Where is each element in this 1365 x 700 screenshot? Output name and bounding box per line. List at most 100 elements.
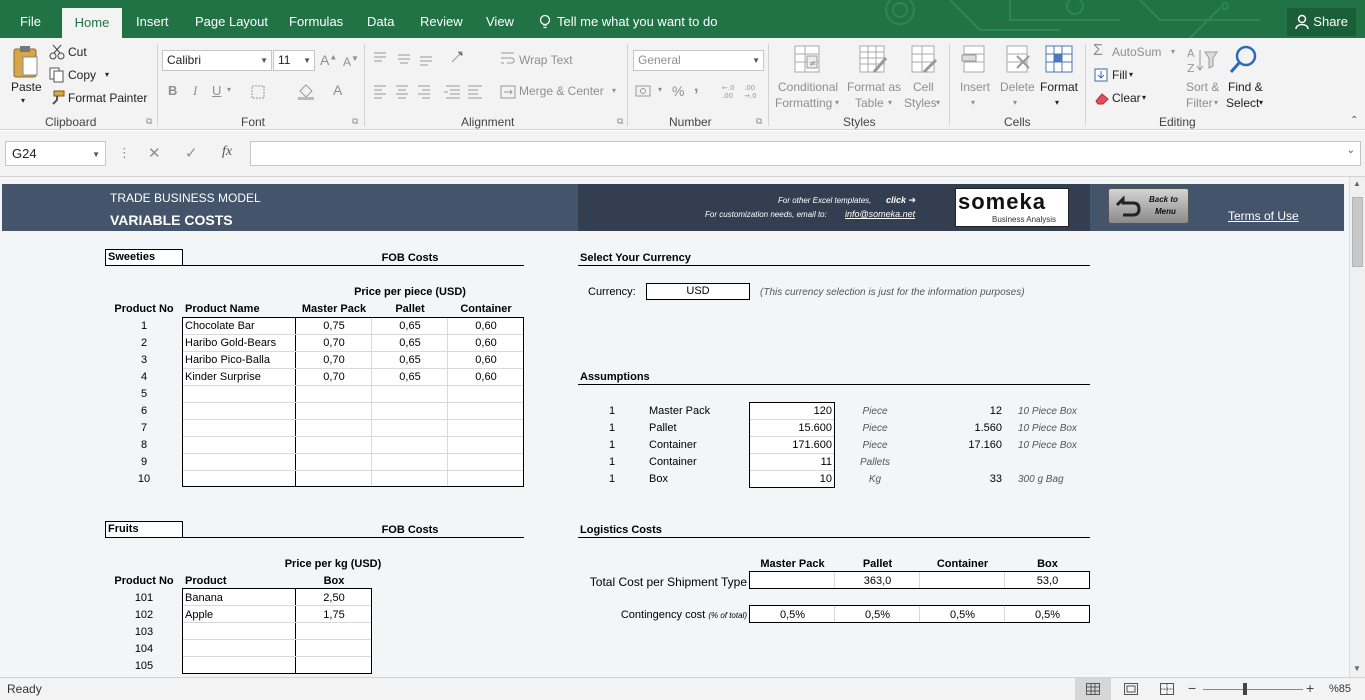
comma-style-button[interactable]: , xyxy=(694,78,698,96)
zoom-slider-track[interactable] xyxy=(1203,689,1303,690)
find-dropdown-arrow[interactable]: ▾ xyxy=(1259,98,1263,107)
pallet-cell[interactable]: 0,65 xyxy=(372,320,448,332)
format-dropdown-arrow[interactable]: ▾ xyxy=(1055,98,1059,107)
assumption-value[interactable]: 11 xyxy=(749,456,832,468)
currency-select[interactable]: USD xyxy=(646,283,750,300)
fill-color-icon[interactable] xyxy=(297,82,315,100)
alignment-launcher-icon[interactable]: ⧉ xyxy=(617,116,623,127)
cancel-entry-icon[interactable]: ✕ xyxy=(148,144,161,162)
format-painter-button[interactable]: Format Painter xyxy=(68,91,147,105)
master-pack-cell[interactable]: 0,70 xyxy=(296,371,372,383)
fruits-label-box[interactable]: Fruits xyxy=(105,521,183,538)
format-cells-button[interactable]: Format xyxy=(1040,80,1078,94)
cell-styles-dropdown-arrow[interactable]: ▾ xyxy=(936,98,940,107)
master-pack-cell[interactable]: 0,70 xyxy=(296,354,372,366)
insert-dropdown-arrow[interactable]: ▾ xyxy=(971,98,975,107)
tab-review[interactable]: Review xyxy=(420,0,463,38)
find-select-label-2[interactable]: Select xyxy=(1226,96,1259,110)
copy-dropdown-arrow[interactable]: ▾ xyxy=(105,70,109,79)
terms-of-use-link[interactable]: Terms of Use xyxy=(1228,209,1299,223)
product-name-cell[interactable]: Haribo Pico-Balla xyxy=(185,354,270,366)
increase-font-icon[interactable]: A▲ xyxy=(320,52,337,68)
currency-dropdown-arrow[interactable]: ▾ xyxy=(658,85,662,94)
zoom-level[interactable]: %85 xyxy=(1329,683,1351,695)
scroll-down-icon[interactable]: ▼ xyxy=(1353,664,1361,673)
clipboard-launcher-icon[interactable]: ⧉ xyxy=(146,116,152,127)
delete-cells-button[interactable]: Delete xyxy=(1000,80,1035,94)
delete-dropdown-arrow[interactable]: ▾ xyxy=(1013,98,1017,107)
italic-button[interactable]: I xyxy=(193,83,197,99)
container-cell[interactable]: 0,60 xyxy=(448,320,524,332)
font-size-select[interactable]: 11 ▼ xyxy=(273,50,315,71)
page-layout-view-icon[interactable] xyxy=(1124,683,1138,695)
font-color-button[interactable]: A xyxy=(333,82,342,98)
zoom-slider-thumb[interactable] xyxy=(1243,683,1247,695)
tab-formulas[interactable]: Formulas xyxy=(289,0,343,38)
assumption-value[interactable]: 171.600 xyxy=(749,439,832,451)
vertical-align-icons[interactable] xyxy=(372,50,482,66)
font-launcher-icon[interactable]: ⧉ xyxy=(352,116,358,127)
expand-formula-bar-icon[interactable]: ⌄ xyxy=(1347,145,1355,156)
tab-file[interactable]: File xyxy=(20,0,41,38)
pallet-cell[interactable]: 0,65 xyxy=(372,354,448,366)
tab-home[interactable]: Home xyxy=(62,8,122,38)
insert-function-button[interactable]: fx xyxy=(222,144,232,160)
back-to-menu-button[interactable]: Back to Menu xyxy=(1108,188,1189,224)
container-cell[interactable]: 0,60 xyxy=(448,354,524,366)
conditional-formatting-label-2[interactable]: Formatting xyxy=(775,96,832,110)
cut-button[interactable]: Cut xyxy=(68,45,87,59)
format-as-table-label-2[interactable]: Table xyxy=(855,96,884,110)
merge-center-button[interactable]: Merge & Center xyxy=(519,84,604,98)
format-as-table-label[interactable]: Format as xyxy=(847,80,901,94)
product-name-cell[interactable]: Kinder Surprise xyxy=(185,371,261,383)
borders-icon[interactable] xyxy=(251,85,267,99)
clear-dropdown-arrow[interactable]: ▾ xyxy=(1142,93,1146,102)
autosum-button[interactable]: AutoSum xyxy=(1112,45,1161,59)
share-button[interactable]: Share xyxy=(1287,8,1356,36)
master-pack-cell[interactable]: 0,75 xyxy=(296,320,372,332)
tab-view[interactable]: View xyxy=(486,0,514,38)
tab-data[interactable]: Data xyxy=(367,0,394,38)
product-name-cell[interactable]: Banana xyxy=(185,592,223,604)
product-name-cell[interactable]: Haribo Gold-Bears xyxy=(185,337,276,349)
name-box[interactable]: G24 ▼ xyxy=(5,141,106,166)
conditional-formatting-label[interactable]: Conditional xyxy=(778,80,838,94)
font-name-select[interactable]: Calibri ▼ xyxy=(162,50,272,71)
fill-dropdown-arrow[interactable]: ▾ xyxy=(1129,70,1133,79)
underline-button[interactable]: U xyxy=(212,83,221,98)
scroll-up-icon[interactable]: ▲ xyxy=(1353,179,1361,188)
cell-styles-label-2[interactable]: Styles xyxy=(904,96,937,110)
number-format-select[interactable]: General ▼ xyxy=(633,50,764,71)
sort-filter-label-2[interactable]: Filter xyxy=(1186,96,1213,110)
autosum-dropdown-arrow[interactable]: ▾ xyxy=(1171,47,1175,56)
merge-dropdown-arrow[interactable]: ▾ xyxy=(612,86,616,95)
pallet-cell[interactable]: 0,65 xyxy=(372,337,448,349)
sort-filter-label[interactable]: Sort & xyxy=(1186,80,1219,94)
decimal-adjust-icons[interactable]: ←.0.00.00→.0 xyxy=(720,82,764,100)
contingency-cell[interactable]: 0,5% xyxy=(920,609,1005,621)
assumption-value[interactable]: 10 xyxy=(749,473,832,485)
copy-button[interactable]: Copy xyxy=(68,68,96,82)
tab-insert[interactable]: Insert xyxy=(136,0,169,38)
product-name-cell[interactable]: Apple xyxy=(185,609,213,621)
zoom-out-icon[interactable]: − xyxy=(1188,680,1196,696)
email-link[interactable]: info@someka.net xyxy=(845,209,915,219)
contingency-cell[interactable]: 0,5% xyxy=(750,609,835,621)
clear-button[interactable]: Clear xyxy=(1112,91,1141,105)
container-cell[interactable]: 0,60 xyxy=(448,371,524,383)
sweeties-label-box[interactable]: Sweeties xyxy=(105,249,183,266)
confirm-entry-icon[interactable]: ✓ xyxy=(185,144,198,162)
product-name-cell[interactable]: Chocolate Bar xyxy=(185,320,255,332)
vertical-scrollbar[interactable]: ▲ ▼ xyxy=(1349,177,1365,677)
fill-button[interactable]: Fill xyxy=(1112,68,1127,82)
total-cost-cell[interactable]: 53,0 xyxy=(1005,575,1090,587)
paste-button[interactable]: Paste xyxy=(11,80,42,94)
decrease-font-icon[interactable]: A▼ xyxy=(343,54,359,69)
collapse-ribbon-icon[interactable]: ⌃ xyxy=(1350,115,1358,126)
currency-format-icon[interactable] xyxy=(635,83,657,99)
contingency-cell[interactable]: 0,5% xyxy=(1005,609,1090,621)
box-price-cell[interactable]: 1,75 xyxy=(296,609,372,621)
assumption-value[interactable]: 120 xyxy=(749,405,832,417)
templates-click-link[interactable]: click ➔ xyxy=(886,195,916,206)
sort-dropdown-arrow[interactable]: ▾ xyxy=(1214,98,1218,107)
